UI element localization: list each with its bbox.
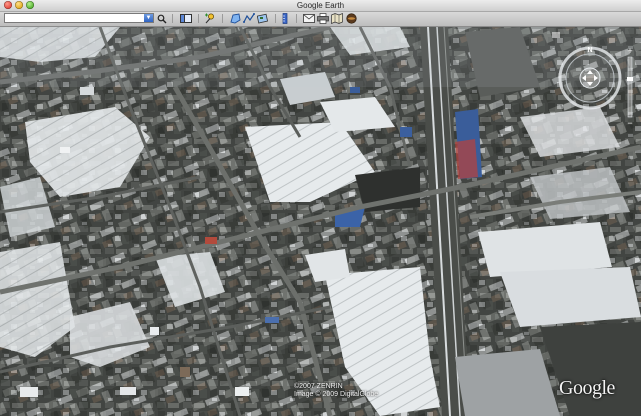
sidebar-icon (180, 14, 192, 23)
toolbar: ▼ (0, 12, 641, 27)
print-button[interactable] (316, 13, 330, 24)
planet-icon (345, 13, 357, 24)
zoom-thumb[interactable] (627, 77, 633, 81)
title-bar[interactable]: Google Earth (0, 0, 641, 12)
copyright-line: Image © 2009 DigitalGlobe (294, 391, 379, 398)
placemark-button[interactable] (203, 13, 217, 24)
toolbar-separator (296, 14, 297, 23)
image-overlay-icon (257, 13, 269, 24)
toolbar-separator (222, 14, 223, 23)
window-title: Google Earth (296, 1, 345, 10)
ruler-button[interactable] (280, 13, 290, 24)
printer-icon (317, 13, 329, 24)
ruler-icon (282, 13, 288, 24)
google-earth-window: Google Earth ▼ N + − ©2007 ZENRIN Image … (0, 0, 641, 416)
path-button[interactable] (242, 13, 256, 24)
sky-button[interactable] (344, 13, 358, 24)
navigation-controls[interactable]: N (552, 32, 634, 114)
search-button[interactable] (156, 13, 168, 24)
email-button[interactable] (302, 13, 316, 24)
toolbar-separator (198, 14, 199, 23)
view-in-maps-button[interactable] (330, 13, 344, 24)
zoom-in-icon[interactable]: + (627, 47, 632, 56)
google-logo: Google (559, 377, 615, 399)
copyright-line: ©2007 ZENRIN (294, 383, 343, 390)
polygon-button[interactable] (228, 13, 242, 24)
map-icon (331, 13, 343, 24)
zoom-slider[interactable]: + − (626, 47, 634, 127)
zoom-out-icon[interactable]: − (627, 118, 632, 127)
magnifier-icon (157, 14, 167, 23)
toolbar-separator (275, 14, 276, 23)
earth-view[interactable]: N + − ©2007 ZENRIN Image © 2009 DigitalG… (0, 27, 641, 416)
search-box[interactable]: ▼ (4, 13, 154, 23)
overlay-button[interactable] (256, 13, 270, 24)
search-history-dropdown-icon[interactable]: ▼ (144, 14, 153, 22)
tilt-up-icon[interactable] (552, 32, 560, 38)
search-input[interactable] (7, 14, 143, 22)
pushpin-icon (205, 13, 214, 24)
sidebar-toggle-button[interactable] (179, 13, 193, 24)
envelope-icon (303, 14, 315, 23)
aerial-imagery[interactable] (0, 27, 641, 416)
imagery-copyright: ©2007 ZENRIN Image © 2009 DigitalGlobe (294, 383, 384, 399)
path-icon (243, 13, 255, 23)
toolbar-separator (172, 14, 173, 23)
compass-north-label: N (587, 47, 592, 54)
polygon-icon (230, 13, 241, 24)
look-joystick[interactable] (579, 67, 601, 89)
